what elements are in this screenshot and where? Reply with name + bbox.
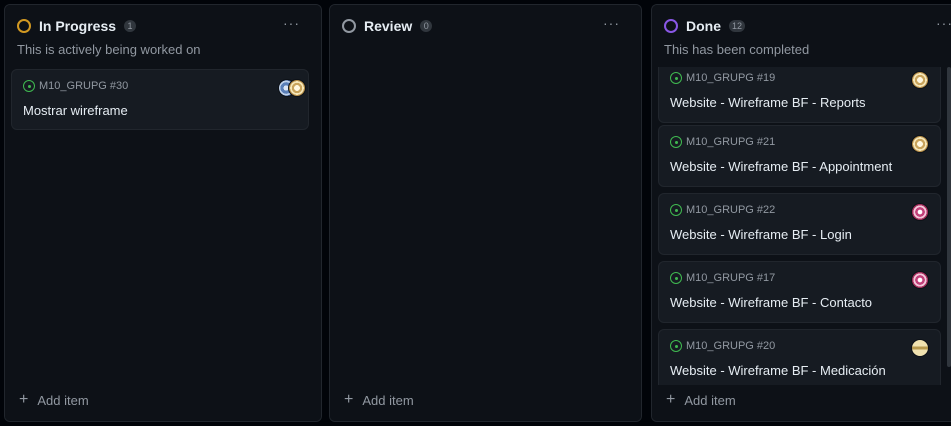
issue-card[interactable]: M10_GRUPG #30 Mostrar wireframe <box>11 69 309 130</box>
card-meta: M10_GRUPG #21 <box>670 136 775 148</box>
card-meta: M10_GRUPG #17 <box>670 272 775 284</box>
assignee-avatar[interactable] <box>288 79 306 97</box>
issue-reference[interactable]: M10_GRUPG #19 <box>686 72 775 84</box>
in-progress-status-icon <box>17 19 31 33</box>
assignee-avatar[interactable] <box>911 203 929 221</box>
issue-open-icon <box>670 340 682 352</box>
card-title[interactable]: Website - Wireframe BF - Reports <box>670 95 866 110</box>
issue-reference[interactable]: M10_GRUPG #22 <box>686 204 775 216</box>
issue-open-icon <box>670 72 682 84</box>
add-item-button[interactable]: + Add item <box>19 392 89 408</box>
add-item-label: Add item <box>684 392 736 408</box>
column-footer: + Add item <box>330 385 641 421</box>
assignee-avatar[interactable] <box>911 271 929 289</box>
column-done: Done 12 This has been completed ··· M10_… <box>651 4 951 422</box>
column-header: Review 0 ··· <box>330 5 641 67</box>
column-title: Done <box>686 18 721 34</box>
column-footer: + Add item <box>652 385 951 421</box>
issue-card[interactable]: M10_GRUPG #20 Website - Wireframe BF - M… <box>658 329 941 391</box>
issue-open-icon <box>670 136 682 148</box>
plus-icon: + <box>666 391 676 408</box>
issue-reference[interactable]: M10_GRUPG #17 <box>686 272 775 284</box>
plus-icon: + <box>19 391 29 408</box>
column-scrollbar[interactable] <box>947 67 951 367</box>
item-count-badge: 12 <box>729 20 746 32</box>
column-in-progress: In Progress 1 This is actively being wor… <box>4 4 322 422</box>
add-item-button[interactable]: + Add item <box>344 392 414 408</box>
column-menu-icon[interactable]: ··· <box>603 15 620 31</box>
issue-card[interactable]: M10_GRUPG #22 Website - Wireframe BF - L… <box>658 193 941 255</box>
add-item-button[interactable]: + Add item <box>666 392 736 408</box>
issue-card[interactable]: M10_GRUPG #21 Website - Wireframe BF - A… <box>658 125 941 187</box>
issue-reference[interactable]: M10_GRUPG #21 <box>686 136 775 148</box>
issue-reference[interactable]: M10_GRUPG #20 <box>686 340 775 352</box>
plus-icon: + <box>344 391 354 408</box>
item-count-badge: 1 <box>124 20 137 32</box>
review-status-icon <box>342 19 356 33</box>
column-description: This is actively being worked on <box>17 42 201 57</box>
assignee-avatar[interactable] <box>911 339 929 357</box>
card-title[interactable]: Website - Wireframe BF - Medicación <box>670 363 886 378</box>
card-meta: M10_GRUPG #30 <box>23 80 128 92</box>
column-header: Done 12 This has been completed ··· <box>652 5 951 67</box>
card-meta: M10_GRUPG #19 <box>670 72 775 84</box>
column-menu-icon[interactable]: ··· <box>936 15 951 31</box>
project-board: In Progress 1 This is actively being wor… <box>0 0 951 426</box>
add-item-label: Add item <box>362 392 414 408</box>
column-title: Review <box>364 18 413 34</box>
issue-open-icon <box>23 80 35 92</box>
card-title[interactable]: Mostrar wireframe <box>23 103 128 118</box>
column-footer: + Add item <box>5 385 321 421</box>
card-meta: M10_GRUPG #22 <box>670 204 775 216</box>
card-title[interactable]: Website - Wireframe BF - Login <box>670 227 852 242</box>
card-meta: M10_GRUPG #20 <box>670 340 775 352</box>
card-title[interactable]: Website - Wireframe BF - Contacto <box>670 295 872 310</box>
column-title: In Progress <box>39 18 117 34</box>
add-item-label: Add item <box>37 392 89 408</box>
issue-card[interactable]: M10_GRUPG #17 Website - Wireframe BF - C… <box>658 261 941 323</box>
issue-reference[interactable]: M10_GRUPG #30 <box>39 80 128 92</box>
issue-open-icon <box>670 204 682 216</box>
item-count-badge: 0 <box>420 20 433 32</box>
column-header: In Progress 1 This is actively being wor… <box>5 5 321 67</box>
done-status-icon <box>664 19 678 33</box>
column-menu-icon[interactable]: ··· <box>283 15 300 31</box>
column-review: Review 0 ··· + Add item <box>329 4 642 422</box>
assignee-avatar[interactable] <box>911 135 929 153</box>
column-description: This has been completed <box>664 42 810 57</box>
assignee-avatar[interactable] <box>911 71 929 89</box>
issue-open-icon <box>670 272 682 284</box>
card-title[interactable]: Website - Wireframe BF - Appointment <box>670 159 892 174</box>
